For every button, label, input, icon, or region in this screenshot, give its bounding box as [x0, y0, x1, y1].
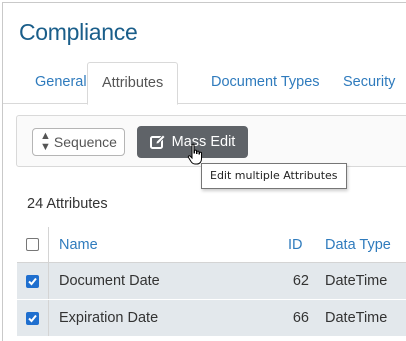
tab-bar: General Attributes Document Types Securi…	[3, 62, 406, 105]
column-header-name[interactable]: Name	[59, 227, 98, 262]
toolbar: ▲ ▼ Sequence Mass Edit	[16, 115, 406, 167]
select-all-cell	[17, 227, 49, 262]
row-check-cell	[17, 263, 49, 299]
column-header-id[interactable]: ID	[288, 227, 318, 262]
row-name: Document Date	[59, 273, 160, 289]
attribute-count: 24 Attributes	[27, 196, 108, 212]
edit-icon	[149, 134, 166, 149]
row-checkbox[interactable]	[26, 274, 39, 288]
select-all-checkbox[interactable]	[26, 238, 39, 251]
row-data-type: DateTime	[325, 310, 388, 326]
mass-edit-tooltip: Edit multiple Attributes	[201, 163, 347, 189]
hand-cursor-icon	[187, 143, 202, 165]
row-check-cell	[17, 300, 49, 336]
table-header-row: Name ID Data Type	[17, 227, 406, 263]
row-id: 62	[292, 273, 309, 289]
content-panel: Compliance General Attributes Document T…	[2, 2, 406, 341]
sort-icon: ▲ ▼	[40, 130, 51, 153]
table-row[interactable]: Expiration Date 66 DateTime	[17, 300, 406, 337]
row-checkbox[interactable]	[26, 311, 39, 325]
checkmark-icon	[28, 314, 37, 322]
row-data-type: DateTime	[325, 273, 388, 289]
tab-security[interactable]: Security	[329, 62, 406, 104]
page-title: Compliance	[19, 19, 138, 45]
table-row[interactable]: Document Date 62 DateTime	[17, 263, 406, 300]
tab-document-types[interactable]: Document Types	[197, 62, 334, 104]
row-id: 66	[292, 310, 309, 326]
row-name: Expiration Date	[59, 310, 159, 326]
tab-attributes[interactable]: Attributes	[87, 62, 179, 105]
attributes-table: Name ID Data Type Document Date 62 DateT…	[17, 227, 406, 337]
column-header-data-type[interactable]: Data Type	[325, 227, 391, 262]
sequence-button-label: Sequence	[53, 134, 117, 150]
sequence-button[interactable]: ▲ ▼ Sequence	[32, 128, 125, 156]
checkmark-icon	[28, 277, 37, 285]
